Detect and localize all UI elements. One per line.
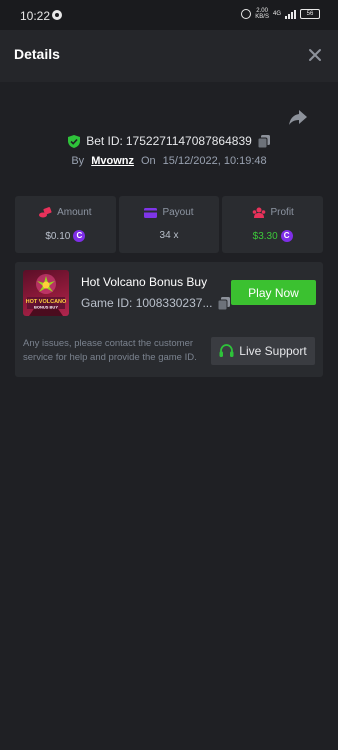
shield-check-icon (68, 134, 81, 148)
stat-payout-label: Payout (162, 207, 194, 218)
stat-amount-head: Amount (15, 207, 116, 218)
headset-icon (219, 344, 234, 357)
stat-amount-value: $0.10 (45, 230, 71, 242)
stat-payout: Payout 34 x (118, 196, 220, 253)
coin-icon: C (73, 230, 86, 242)
coin-icon: C (280, 230, 293, 242)
bet-id-row: Bet ID: 1752271147087864839 (0, 132, 338, 150)
game-title: Hot Volcano Bonus Buy (81, 275, 208, 289)
volcano-thumbnail-art: HOT VOLCANO BONUS BUY (26, 274, 67, 316)
game-card: HOT VOLCANO BONUS BUY Hot Volcano Bonus … (15, 262, 323, 377)
network-speed: 2.00 KB/S (255, 8, 269, 20)
battery-icon: 56 (300, 9, 320, 19)
people-icon (252, 207, 265, 218)
share-icon (289, 110, 307, 125)
stat-profit: Profit $3.30 C (222, 196, 324, 253)
bet-stats: Amount $0.10 C Payout 34 x Profit $3.30 … (15, 196, 324, 253)
alarm-icon (241, 9, 252, 19)
stat-amount-label: Amount (57, 207, 92, 218)
game-id-value: 1008330237... (135, 296, 213, 310)
stat-payout-value: 34 x (159, 230, 179, 241)
game-thumbnail[interactable]: HOT VOLCANO BONUS BUY (23, 270, 69, 316)
stat-profit-value-row: $3.30 C (222, 230, 323, 242)
share-button[interactable] (287, 106, 309, 128)
bet-id-value: 1752271147087864839 (125, 134, 252, 148)
close-icon (309, 49, 321, 61)
status-time: 10:22 (20, 9, 51, 23)
game-id-text: Game ID: 1008330237... (81, 296, 212, 310)
network-type: 4G (272, 11, 281, 17)
username-link[interactable]: Mvownz (91, 155, 134, 167)
on-label: On (140, 155, 156, 167)
coins-icon (39, 207, 52, 218)
copy-icon[interactable] (257, 134, 270, 148)
bet-id-label: Bet ID: (86, 134, 123, 148)
thumb-subtitle-text: BONUS BUY (34, 305, 58, 310)
stat-payout-value-row: 34 x (119, 230, 220, 241)
notification-icon (52, 10, 62, 20)
game-id-label: Game ID: (81, 296, 133, 310)
page-title: Details (14, 46, 60, 62)
live-support-button[interactable]: Live Support (211, 337, 315, 365)
by-label: By (71, 155, 85, 167)
status-icons: 2.00 KB/S 4G 56 (241, 8, 320, 20)
game-id-row: Game ID: 1008330237... (81, 296, 231, 310)
bet-meta-row: By Mvownz On 15/12/2022, 10:19:48 (0, 153, 338, 169)
stat-amount-value-row: $0.10 C (15, 230, 116, 242)
details-body (0, 82, 338, 750)
net-speed-unit: KB/S (255, 14, 269, 20)
live-support-label: Live Support (239, 344, 307, 358)
close-button[interactable] (304, 44, 326, 66)
stat-profit-value: $3.30 (252, 230, 278, 242)
stat-profit-label: Profit (270, 207, 294, 218)
details-header: Details (0, 30, 338, 82)
stat-payout-head: Payout (119, 207, 220, 218)
play-now-button[interactable]: Play Now (231, 280, 316, 305)
card-icon (144, 207, 158, 218)
copy-icon[interactable] (218, 296, 231, 310)
support-help-text: Any issues, please contact the customer … (23, 338, 197, 363)
status-bar: 10:22 2.00 KB/S 4G 56 (0, 0, 338, 30)
stat-profit-head: Profit (222, 207, 323, 218)
bet-datetime: 15/12/2022, 10:19:48 (162, 155, 267, 167)
stat-amount: Amount $0.10 C (15, 196, 116, 253)
signal-icon (285, 9, 296, 19)
